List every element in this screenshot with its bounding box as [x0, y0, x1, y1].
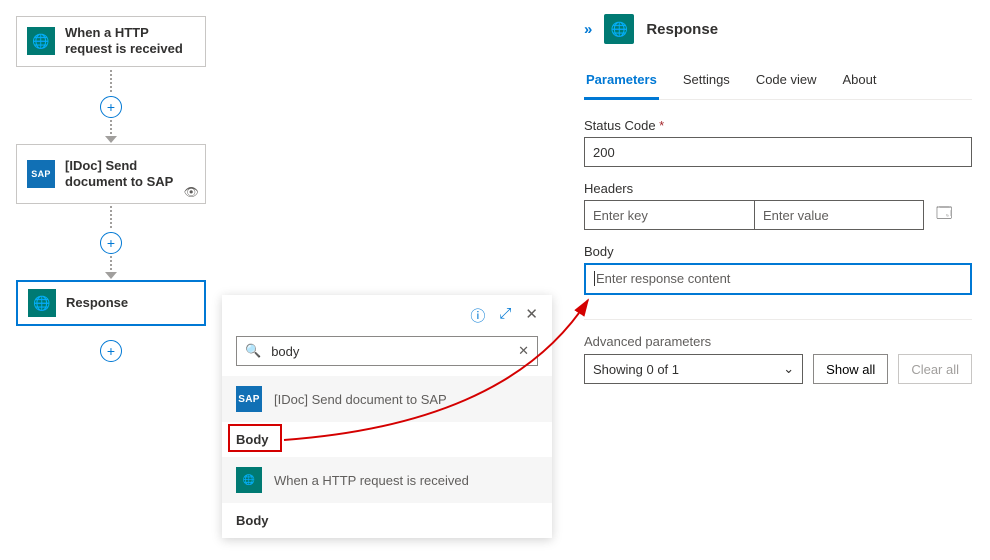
add-step-button[interactable]: + — [100, 232, 122, 254]
token-item-body[interactable]: Body — [222, 503, 552, 538]
node-label: Response — [66, 295, 128, 311]
arrowhead-icon — [105, 272, 117, 279]
globe-icon: 🌐 — [28, 289, 56, 317]
advanced-params-label: Advanced parameters — [584, 334, 972, 349]
search-icon: 🔍 — [245, 343, 261, 359]
clear-search-icon[interactable]: ✕ — [518, 343, 529, 359]
body-placeholder-text: Enter response content — [594, 271, 730, 286]
add-step-button[interactable]: + — [100, 96, 122, 118]
node-response[interactable]: 🌐 Response — [16, 280, 206, 326]
headers-label: Headers — [584, 181, 972, 196]
connector-line — [110, 256, 112, 272]
header-key-input[interactable] — [584, 200, 754, 230]
add-step-button[interactable]: + — [100, 340, 122, 362]
token-picker: ⓘ ⤢ ✕ 🔍 ✕ SAP [IDoc] Send document to SA… — [222, 295, 552, 538]
globe-icon: 🌐 — [236, 467, 262, 493]
expand-icon[interactable]: ⤢ — [499, 305, 511, 326]
node-label: When a HTTP request is received — [65, 25, 195, 58]
status-code-input[interactable] — [584, 137, 972, 167]
tab-settings[interactable]: Settings — [681, 66, 732, 99]
chevron-down-icon: ⌄ — [783, 361, 794, 377]
clear-all-button[interactable]: Clear all — [898, 354, 972, 384]
node-label: [IDoc] Send document to SAP — [65, 158, 195, 191]
connector-line — [110, 120, 112, 136]
node-http-trigger[interactable]: 🌐 When a HTTP request is received — [16, 16, 206, 67]
body-label: Body — [584, 244, 972, 259]
close-icon[interactable]: ✕ — [525, 305, 538, 326]
divider — [584, 319, 972, 320]
info-icon[interactable]: ⓘ — [470, 305, 485, 326]
tab-parameters[interactable]: Parameters — [584, 66, 659, 100]
token-item-body[interactable]: Body — [222, 422, 552, 457]
panel-title: Response — [646, 21, 718, 38]
token-group-title: When a HTTP request is received — [274, 473, 469, 488]
token-search[interactable]: 🔍 ✕ — [236, 336, 538, 366]
body-input[interactable]: Enter response content — [584, 263, 972, 295]
show-all-button[interactable]: Show all — [813, 354, 888, 384]
token-group-http[interactable]: 🌐 When a HTTP request is received — [222, 457, 552, 503]
sap-icon: SAP — [27, 160, 55, 188]
connector-line — [110, 70, 112, 94]
collapse-panel-icon[interactable]: » — [584, 21, 592, 38]
arrowhead-icon — [105, 136, 117, 143]
globe-icon: 🌐 — [27, 27, 55, 55]
globe-icon: 🌐 — [604, 14, 634, 44]
status-code-label: Status Code * — [584, 118, 972, 133]
edit-headers-icon[interactable]: 🗔 — [936, 203, 952, 228]
header-value-input[interactable] — [754, 200, 924, 230]
token-group-title: [IDoc] Send document to SAP — [274, 392, 447, 407]
tab-about[interactable]: About — [841, 66, 879, 99]
tab-codeview[interactable]: Code view — [754, 66, 819, 99]
connector-line — [110, 206, 112, 230]
advanced-params-value: Showing 0 of 1 — [593, 362, 679, 377]
token-label: Body — [236, 432, 269, 447]
token-label: Body — [236, 513, 269, 528]
token-group-sap[interactable]: SAP [IDoc] Send document to SAP — [222, 376, 552, 422]
token-search-input[interactable] — [269, 343, 518, 360]
details-panel: » 🌐 Response Parameters Settings Code vi… — [570, 0, 990, 560]
node-sap-send[interactable]: SAP [IDoc] Send document to SAP 👁 — [16, 144, 206, 204]
sap-icon: SAP — [236, 386, 262, 412]
panel-tabs: Parameters Settings Code view About — [584, 66, 972, 100]
preview-icon: 👁 — [184, 185, 199, 199]
advanced-params-select[interactable]: Showing 0 of 1 ⌄ — [584, 354, 803, 384]
